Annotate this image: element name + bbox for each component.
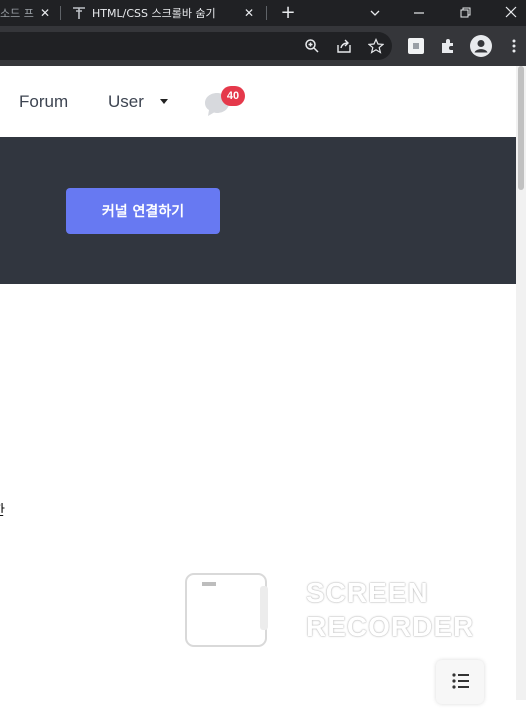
chevron-down-icon[interactable] bbox=[364, 3, 386, 23]
share-icon[interactable] bbox=[336, 38, 352, 54]
browser-tab-strip: 소드 프 ✕ HTML/CSS 스크롤바 숨기 ✕ + bbox=[0, 0, 526, 26]
site-favicon-icon bbox=[73, 7, 85, 19]
watermark-text: SCREEN RECORDER bbox=[306, 576, 474, 644]
notification-count-badge: 40 bbox=[221, 86, 245, 106]
tab-separator bbox=[266, 6, 267, 20]
screen-recorder-watermark: SCREEN RECORDER bbox=[184, 570, 484, 650]
notification-button[interactable]: 40 bbox=[202, 86, 245, 120]
browser-tab-active[interactable]: HTML/CSS 스크롤바 숨기 ✕ bbox=[64, 0, 264, 26]
kebab-menu-icon[interactable] bbox=[506, 38, 522, 54]
scrollbar-thumb[interactable] bbox=[518, 66, 524, 190]
restore-icon[interactable] bbox=[454, 3, 476, 23]
minimize-icon[interactable] bbox=[408, 3, 430, 23]
browser-toolbar bbox=[0, 26, 526, 66]
avatar-icon[interactable] bbox=[470, 35, 492, 57]
tab-separator bbox=[60, 6, 61, 20]
connect-kernel-button[interactable]: 커널 연결하기 bbox=[66, 188, 220, 234]
address-bar[interactable] bbox=[0, 32, 392, 60]
list-icon bbox=[452, 673, 469, 689]
extension-icon[interactable] bbox=[408, 38, 424, 54]
close-window-icon[interactable] bbox=[500, 3, 522, 23]
hero-banner: 커널 연결하기 bbox=[0, 137, 516, 284]
tab-title: 소드 프 bbox=[0, 7, 34, 20]
list-menu-button[interactable] bbox=[436, 660, 484, 704]
web-page: Forum User 40 커널 연결하기 한 SCREEN RECORDER bbox=[0, 66, 526, 704]
plus-icon[interactable]: + bbox=[278, 3, 298, 23]
nav-link-forum[interactable]: Forum bbox=[19, 92, 68, 112]
watermark-line-2: RECORDER bbox=[306, 611, 475, 642]
star-icon[interactable] bbox=[368, 38, 384, 54]
video-camera-icon bbox=[185, 573, 268, 647]
watermark-line-1: SCREEN bbox=[306, 577, 429, 608]
partial-body-text: 한 bbox=[0, 500, 5, 520]
puzzle-icon[interactable] bbox=[440, 38, 456, 54]
close-icon[interactable]: ✕ bbox=[242, 6, 256, 20]
caret-down-icon[interactable] bbox=[160, 99, 168, 104]
browser-tab[interactable]: 소드 프 ✕ bbox=[0, 0, 58, 26]
zoom-in-icon[interactable] bbox=[304, 38, 320, 54]
close-icon[interactable]: ✕ bbox=[38, 6, 52, 20]
nav-link-user[interactable]: User bbox=[108, 92, 144, 112]
tab-title: HTML/CSS 스크롤바 숨기 bbox=[92, 7, 216, 20]
